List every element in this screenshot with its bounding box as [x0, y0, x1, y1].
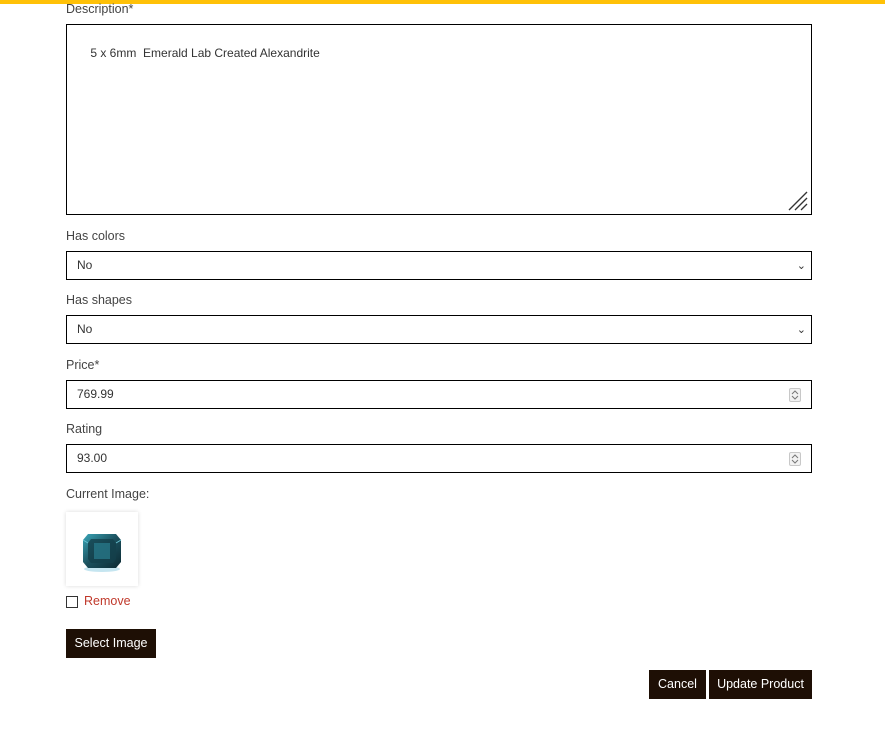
product-image-thumbnail	[66, 512, 138, 586]
price-input[interactable]: 769.99	[66, 380, 812, 409]
chevron-down-icon: ⌄	[796, 324, 806, 336]
has-colors-label: Has colors	[66, 229, 126, 243]
select-image-button[interactable]: Select Image	[66, 629, 156, 658]
remove-image-label[interactable]: Remove	[84, 594, 131, 608]
resize-handle-icon[interactable]	[786, 189, 810, 213]
gemstone-image	[82, 534, 122, 572]
has-shapes-select[interactable]: No ⌄	[66, 315, 812, 344]
price-label: Price*	[66, 358, 100, 372]
has-shapes-value: No	[77, 322, 93, 336]
rating-value: 93.00	[77, 451, 108, 465]
chevron-down-icon: ⌄	[796, 260, 806, 272]
price-value: 769.99	[77, 387, 114, 401]
has-colors-value: No	[77, 258, 93, 272]
has-shapes-label: Has shapes	[66, 293, 133, 307]
rating-label: Rating	[66, 422, 103, 436]
remove-image-checkbox[interactable]	[66, 596, 78, 608]
update-product-button[interactable]: Update Product	[709, 670, 812, 699]
number-spinner-icon[interactable]	[789, 388, 801, 402]
rating-input[interactable]: 93.00	[66, 444, 812, 473]
description-text: 5 x 6mm Emerald Lab Created Alexandrite	[90, 46, 320, 60]
number-spinner-icon[interactable]	[789, 452, 801, 466]
description-textarea[interactable]: 5 x 6mm Emerald Lab Created Alexandrite	[66, 24, 812, 215]
current-image-label: Current Image:	[66, 487, 150, 501]
description-label: Description*	[66, 2, 134, 16]
has-colors-select[interactable]: No ⌄	[66, 251, 812, 280]
cancel-button[interactable]: Cancel	[649, 670, 706, 699]
